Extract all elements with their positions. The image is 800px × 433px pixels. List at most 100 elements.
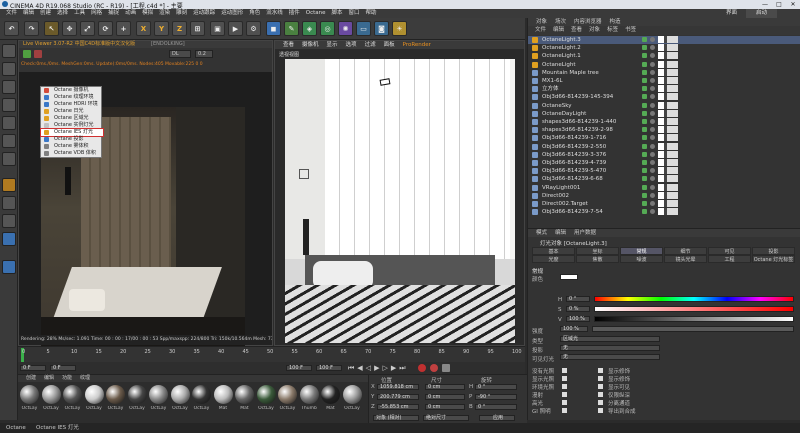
object-tags[interactable] — [658, 101, 678, 109]
viewport-menu-3[interactable]: 选项 — [346, 42, 357, 48]
layer-dot-icon[interactable] — [650, 102, 655, 108]
menu-8[interactable]: 模拟 — [142, 9, 153, 18]
object-menu-item[interactable]: 文件 — [535, 27, 546, 33]
menu-13[interactable]: 角色 — [249, 9, 260, 18]
object-row[interactable]: OctaneLight — [528, 60, 800, 69]
visibility-check-icon[interactable] — [642, 78, 647, 83]
menu-15[interactable]: 插件 — [289, 9, 300, 18]
material-swatch[interactable] — [235, 385, 254, 404]
object-menu-item[interactable]: 对象 — [589, 27, 600, 33]
value-slider[interactable] — [594, 316, 794, 322]
object-row[interactable]: VRayLight001 — [528, 183, 800, 192]
layer-dot-icon[interactable] — [650, 184, 655, 190]
object-tags[interactable] — [658, 142, 678, 150]
checkbox[interactable] — [562, 392, 567, 397]
material-swatch[interactable] — [106, 385, 125, 404]
type-select[interactable]: 区域光 — [560, 336, 660, 342]
visibility-check-icon[interactable] — [642, 53, 647, 59]
object-row[interactable]: Direct002 — [528, 191, 800, 200]
visibility-check-icon[interactable] — [642, 184, 647, 190]
object-row[interactable]: OctaneLight.2 — [528, 44, 800, 52]
viewport-menu-2[interactable]: 显示 — [327, 42, 338, 48]
menu-3[interactable]: 选择 — [57, 9, 68, 18]
material-menu-item[interactable]: 纹理 — [80, 375, 90, 381]
layer-dot-icon[interactable] — [650, 45, 655, 51]
end-frame2-field[interactable]: 100 F — [316, 365, 342, 371]
maximize-button[interactable]: □ — [772, 0, 786, 9]
attr-tab[interactable]: 投影 — [752, 247, 795, 255]
minimize-button[interactable]: — — [758, 0, 772, 9]
menu-6[interactable]: 捕捉 — [108, 9, 119, 18]
menu-10[interactable]: 雕刻 — [176, 9, 187, 18]
layer-dot-icon[interactable] — [650, 53, 655, 59]
channel-select[interactable]: DL — [169, 50, 191, 58]
end-frame-field[interactable]: 100 F — [286, 365, 312, 371]
object-tags[interactable] — [658, 150, 678, 158]
object-tags[interactable] — [658, 126, 678, 134]
layer-dot-icon[interactable] — [650, 209, 655, 215]
y-axis-icon[interactable]: Y — [154, 21, 169, 36]
visibility-check-icon[interactable] — [642, 61, 647, 67]
checkbox[interactable] — [598, 384, 603, 389]
material-swatch[interactable] — [321, 385, 340, 404]
layer-dot-icon[interactable] — [650, 110, 655, 116]
octane-menu-item[interactable]: Octane 日光 — [41, 108, 103, 115]
cube-icon[interactable]: ◼ — [266, 21, 281, 36]
attr-tab[interactable]: Octane 灯光标签 — [752, 255, 795, 263]
select-arrow-icon[interactable]: ↖ — [44, 21, 59, 36]
hue-slider[interactable] — [594, 296, 794, 302]
layer-dot-icon[interactable] — [650, 192, 655, 198]
keyframe-icon[interactable] — [442, 364, 450, 372]
close-button[interactable]: ✕ — [786, 0, 800, 9]
undo-icon[interactable]: ↶ — [4, 21, 19, 36]
object-row[interactable]: Obj3d66-814239-145-394 — [528, 93, 800, 101]
attr-tab[interactable]: 细节 — [664, 247, 707, 255]
layer-dot-icon[interactable] — [650, 61, 655, 67]
material-swatch[interactable] — [149, 385, 168, 404]
checkbox[interactable] — [598, 400, 603, 405]
material-swatch[interactable] — [342, 385, 362, 404]
object-tags[interactable] — [658, 183, 678, 191]
object-tab[interactable]: 场次 — [555, 19, 566, 25]
current-frame-field[interactable]: 0 F — [20, 365, 46, 371]
object-row[interactable]: Direct002.Target — [528, 200, 800, 208]
object-tags[interactable] — [658, 36, 678, 43]
object-row[interactable]: Obj3d66-814239-3-376 — [528, 150, 800, 159]
object-row[interactable]: MX1-6L — [528, 77, 800, 85]
visibility-check-icon[interactable] — [642, 160, 647, 165]
array-icon[interactable]: ◎ — [320, 21, 335, 36]
menu-5[interactable]: 网格 — [91, 9, 102, 18]
saturation-field[interactable]: 0 % — [566, 306, 590, 312]
channel-value-field[interactable]: 0.2 — [195, 50, 213, 58]
points-mode-icon[interactable] — [2, 116, 16, 130]
checkbox[interactable] — [598, 392, 603, 397]
object-row[interactable]: shapes3d66-814239-1-440 — [528, 118, 800, 126]
render-stop-icon[interactable] — [34, 50, 42, 58]
color-swatch[interactable] — [560, 274, 578, 280]
attr-menu-item[interactable]: 模式 — [536, 230, 547, 236]
recent-tools-icon[interactable]: + — [116, 21, 131, 36]
rotation-field[interactable]: 0 ° — [475, 404, 517, 410]
layer-dot-icon[interactable] — [650, 86, 655, 92]
position-field[interactable]: -55.853 cm — [377, 404, 419, 410]
menu-7[interactable]: 动画 — [125, 9, 136, 18]
octane-menu-item[interactable]: Octane HDRI 环境 — [41, 101, 103, 108]
tweak-icon[interactable] — [2, 196, 16, 210]
rotation-field[interactable]: -90 ° — [475, 394, 517, 400]
coord-system-icon[interactable]: ⊞ — [190, 21, 205, 36]
attr-tab[interactable]: 常规 — [620, 247, 663, 255]
material-swatch[interactable] — [170, 385, 190, 404]
menu-18[interactable]: 窗口 — [349, 9, 360, 18]
attr-tab[interactable]: 噪波 — [620, 255, 663, 263]
visibility-check-icon[interactable] — [642, 201, 647, 206]
material-swatch[interactable] — [213, 385, 233, 404]
object-row[interactable]: shapes3d66-814239-2-98 — [528, 126, 800, 134]
object-tags[interactable] — [658, 85, 678, 93]
checkbox[interactable] — [562, 400, 567, 405]
floor-icon[interactable]: ▭ — [356, 21, 371, 36]
material-swatch[interactable] — [63, 385, 82, 404]
object-row[interactable]: OctaneLight.3 — [528, 36, 800, 45]
object-row[interactable]: OctaneLight.1 — [528, 52, 800, 60]
make-editable-icon[interactable] — [2, 44, 16, 58]
z-axis-icon[interactable]: Z — [172, 21, 187, 36]
